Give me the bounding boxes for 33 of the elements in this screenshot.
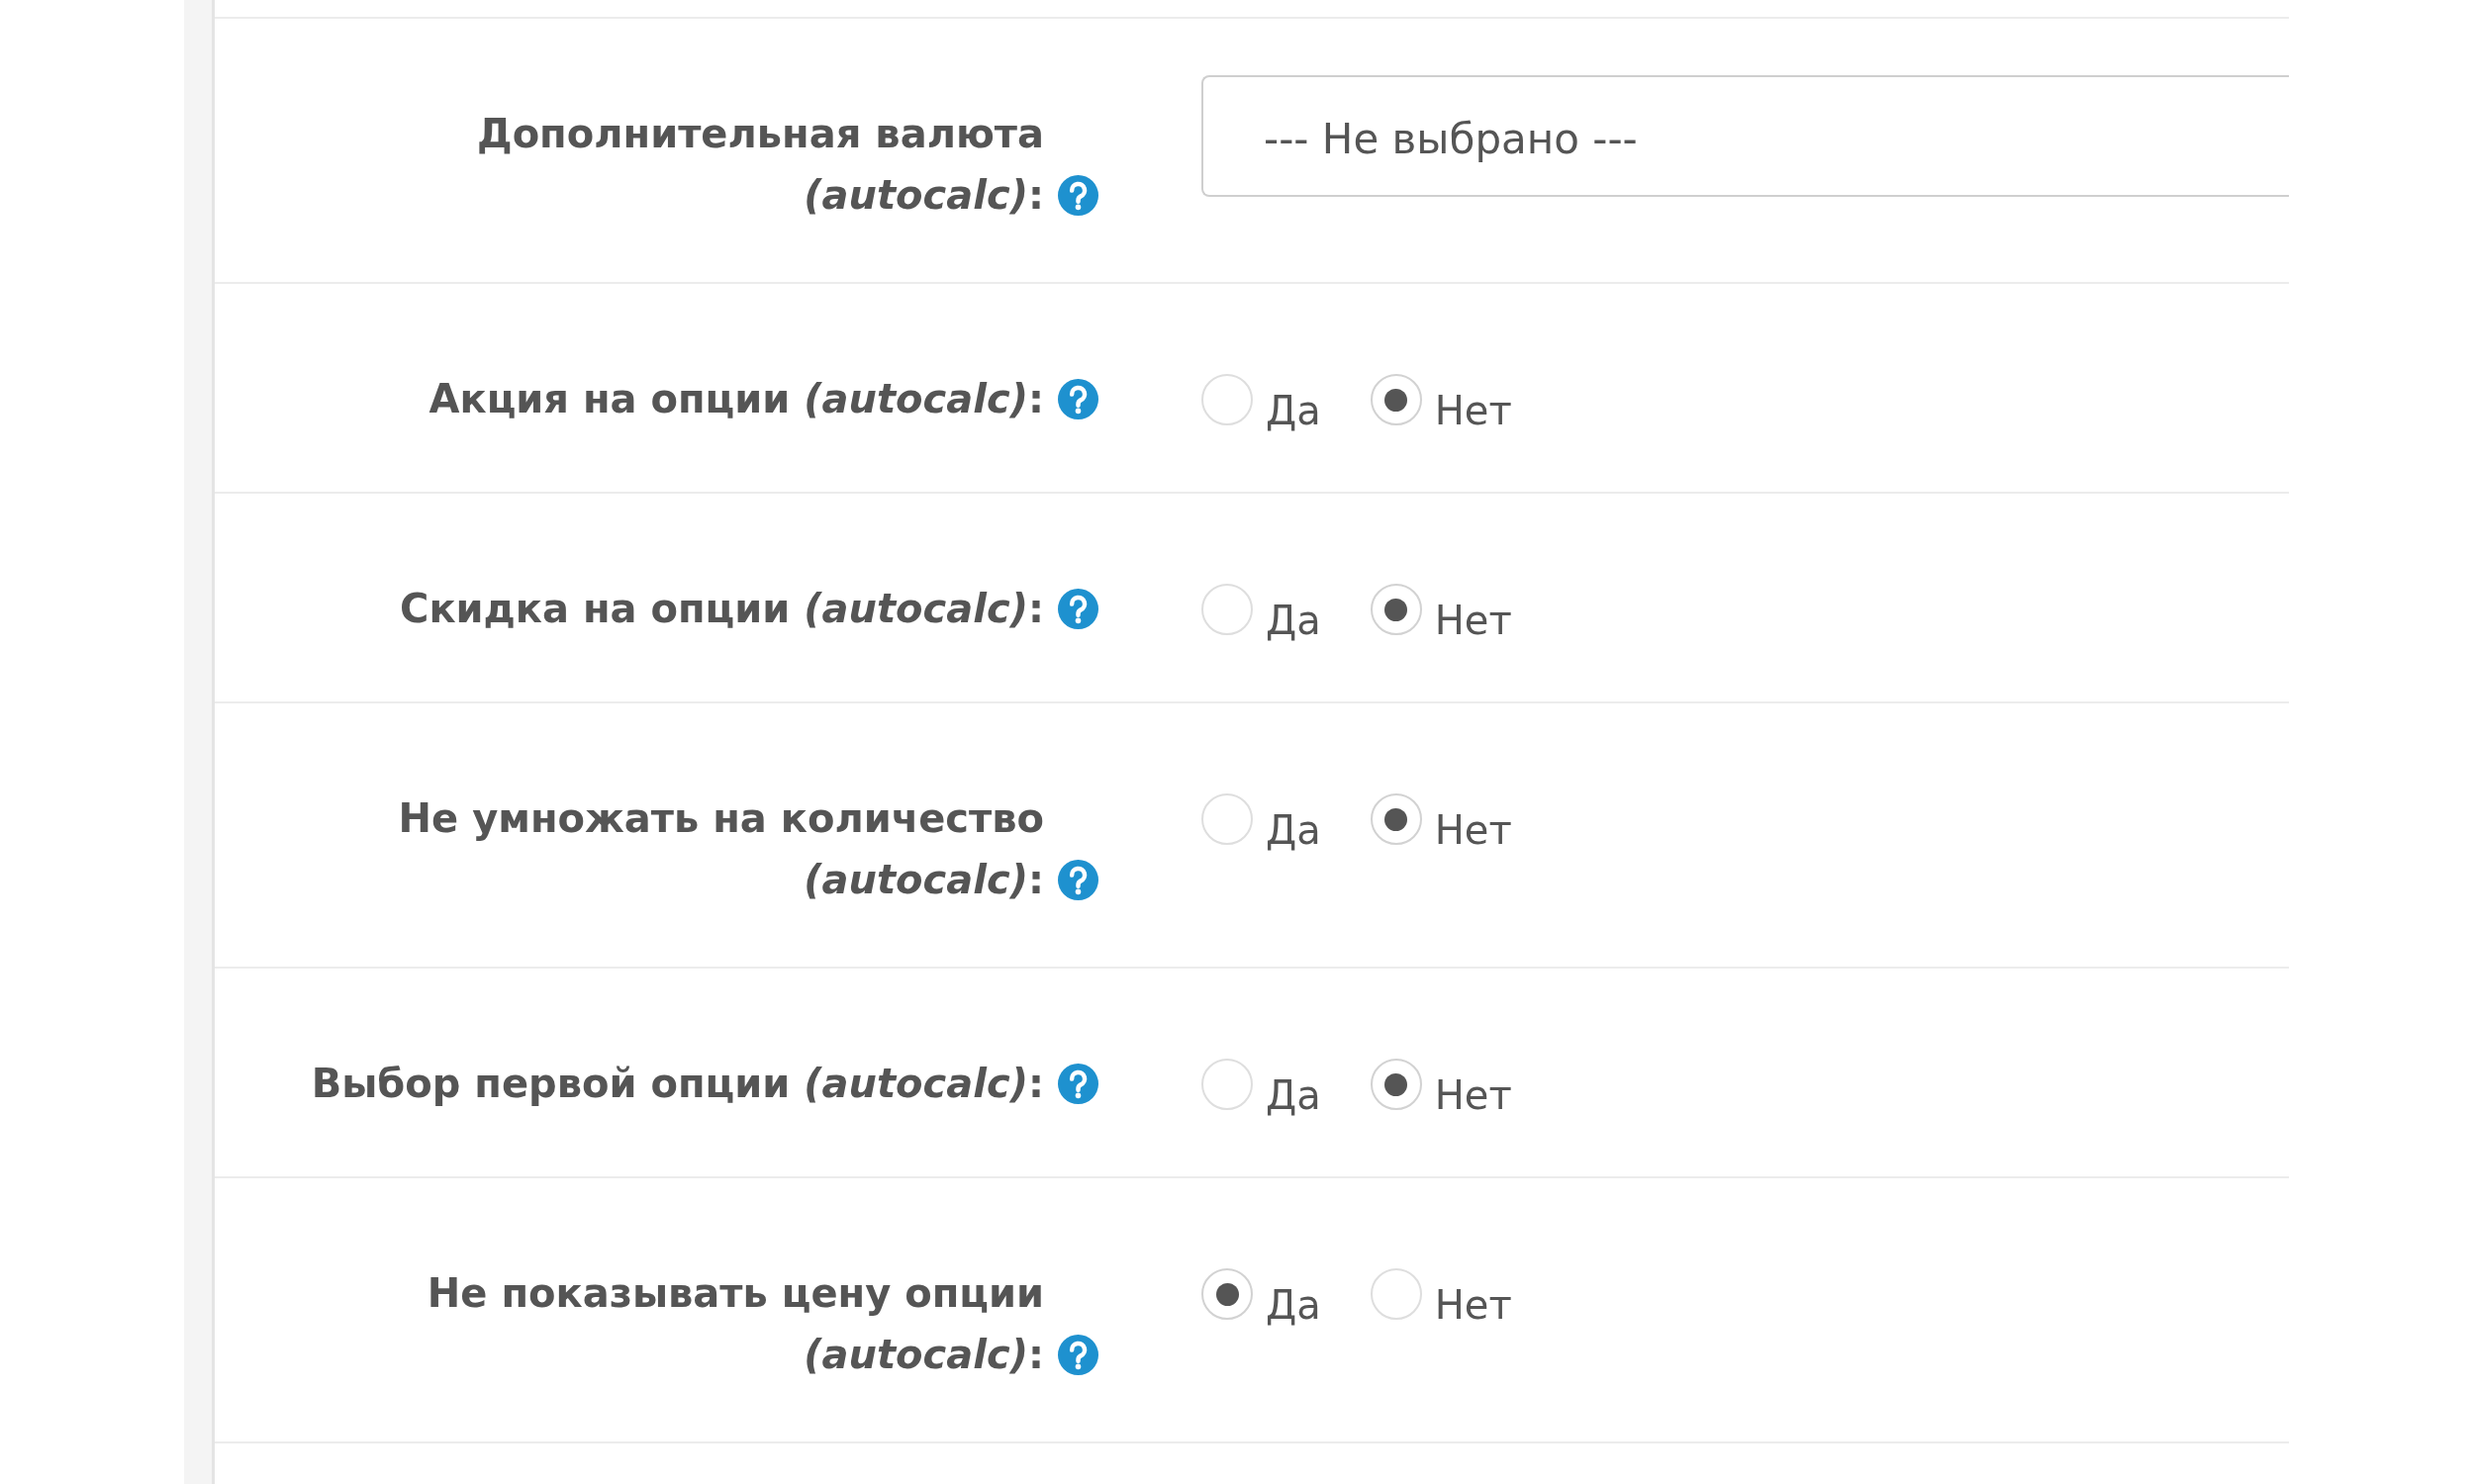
help-icon[interactable] <box>1058 1064 1098 1104</box>
radio-label[interactable]: Нет <box>1434 1282 1512 1328</box>
radio-button[interactable] <box>1370 793 1422 845</box>
field-label: Дополнительная валюта (autocalc): <box>476 110 1044 220</box>
help-icon[interactable] <box>1058 1335 1098 1375</box>
radio-button[interactable] <box>1370 1268 1422 1320</box>
field-label: Скидка на опции (autocalc): <box>400 585 1044 633</box>
help-icon[interactable] <box>1058 589 1098 629</box>
field-label: Не умножать на количество (autocalc): <box>397 794 1044 904</box>
field-label: Не показывать цену опции (autocalc): <box>426 1269 1044 1379</box>
radio-button[interactable] <box>1201 793 1253 845</box>
radio-button[interactable] <box>1201 584 1253 635</box>
field-label: Выбор первой опции (autocalc): <box>311 1060 1044 1108</box>
radio-button[interactable] <box>1201 1059 1253 1110</box>
radio-label[interactable]: Да <box>1266 807 1321 853</box>
help-icon[interactable] <box>1058 379 1098 419</box>
dropdown-field[interactable]: --- Не выбрано --- <box>1201 75 2289 197</box>
radio-label[interactable]: Нет <box>1434 807 1512 853</box>
radio-label[interactable]: Нет <box>1434 598 1512 643</box>
radio-button[interactable] <box>1201 1268 1253 1320</box>
radio-label[interactable]: Да <box>1266 1072 1321 1118</box>
radio-label[interactable]: Да <box>1266 1282 1321 1328</box>
radio-label[interactable]: Нет <box>1434 1072 1512 1118</box>
help-icon[interactable] <box>1058 175 1098 216</box>
field-label: Акция на опции (autocalc): <box>428 375 1044 423</box>
radio-label[interactable]: Нет <box>1434 388 1512 433</box>
radio-button[interactable] <box>1370 1059 1422 1110</box>
radio-button[interactable] <box>1370 584 1422 635</box>
radio-label[interactable]: Да <box>1266 388 1321 433</box>
radio-button[interactable] <box>1201 374 1253 425</box>
radio-label[interactable]: Да <box>1266 598 1321 643</box>
radio-button[interactable] <box>1370 374 1422 425</box>
help-icon[interactable] <box>1058 860 1098 900</box>
